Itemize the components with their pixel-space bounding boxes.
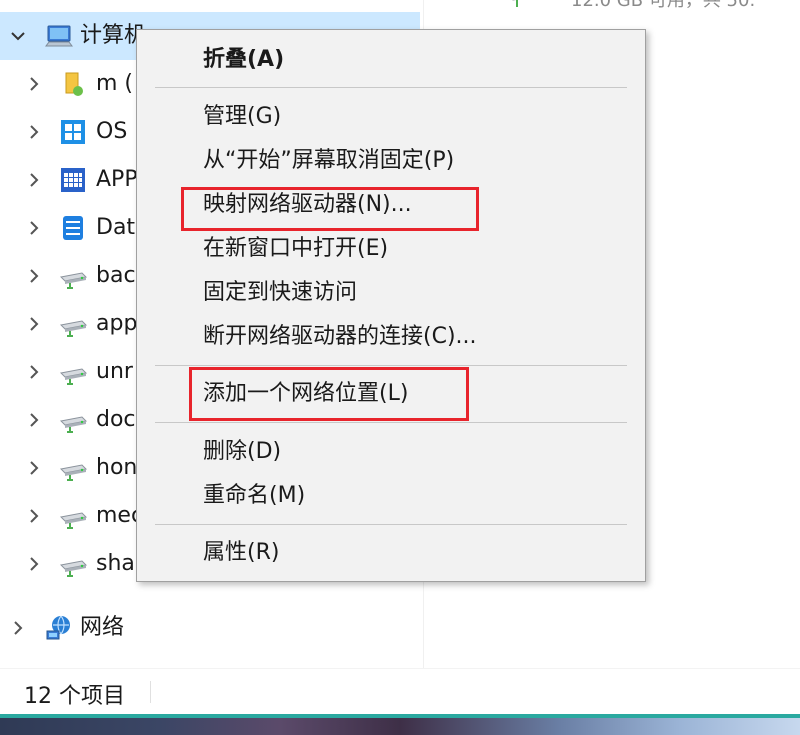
menu-item-manage[interactable]: 管理(G) bbox=[137, 96, 645, 140]
tree-item-label: m ( bbox=[96, 71, 134, 96]
status-divider bbox=[150, 681, 151, 703]
chevron-down-icon[interactable] bbox=[8, 26, 28, 46]
menu-item-delete[interactable]: 删除(D) bbox=[137, 431, 645, 475]
network-drive-icon bbox=[58, 405, 88, 435]
chevron-right-icon[interactable] bbox=[24, 74, 44, 94]
tree-item-label: unr bbox=[96, 359, 133, 384]
menu-item-label: 断开网络驱动器的连接(C)... bbox=[203, 324, 477, 349]
network-drive-icon bbox=[58, 309, 88, 339]
desktop-wallpaper-strip bbox=[0, 714, 800, 735]
chevron-right-icon[interactable] bbox=[24, 410, 44, 430]
network-drive-icon bbox=[58, 357, 88, 387]
tree-item-label: APP bbox=[96, 167, 138, 192]
drive-tile-fragment[interactable]: 12.0 GB 可用，共 50. bbox=[505, 0, 755, 12]
tree-item-label: hon bbox=[96, 455, 138, 480]
network-drive-icon bbox=[58, 453, 88, 483]
network-drive-icon bbox=[58, 501, 88, 531]
data-drive-icon bbox=[58, 213, 88, 243]
highlight-add-network-location bbox=[189, 367, 469, 421]
menu-item-label: 从“开始”屏幕取消固定(P) bbox=[203, 148, 455, 173]
menu-separator bbox=[155, 524, 627, 525]
menu-separator bbox=[155, 87, 627, 88]
chevron-right-icon[interactable] bbox=[24, 458, 44, 478]
tree-item-label: sha bbox=[96, 551, 135, 576]
menu-item-collapse[interactable]: 折叠(A) bbox=[137, 39, 645, 83]
chevron-right-icon[interactable] bbox=[24, 506, 44, 526]
chevron-right-icon[interactable] bbox=[24, 170, 44, 190]
chevron-right-icon[interactable] bbox=[24, 554, 44, 574]
chevron-right-icon[interactable] bbox=[8, 618, 28, 638]
menu-item-label: 重命名(M) bbox=[203, 483, 306, 508]
chevron-right-icon[interactable] bbox=[24, 218, 44, 238]
tree-item-network[interactable]: 网络 bbox=[0, 604, 424, 652]
menu-separator bbox=[155, 365, 627, 366]
menu-item-label: 固定到快速访问 bbox=[203, 280, 358, 305]
windows-drive-icon bbox=[58, 117, 88, 147]
menu-item-label: 管理(G) bbox=[203, 104, 282, 129]
chevron-right-icon[interactable] bbox=[24, 122, 44, 142]
item-count: 12 个项目 bbox=[24, 684, 125, 709]
network-drive-icon bbox=[58, 549, 88, 579]
user-folder-icon bbox=[58, 69, 88, 99]
tree-item-label: OS bbox=[96, 119, 128, 144]
menu-item-properties[interactable]: 属性(R) bbox=[137, 532, 645, 576]
computer-icon bbox=[44, 21, 74, 51]
context-menu: 折叠(A) 管理(G) 从“开始”屏幕取消固定(P) 映射网络驱动器(N)...… bbox=[136, 29, 646, 582]
highlight-map-network-drive bbox=[181, 187, 479, 231]
menu-item-open-new-window[interactable]: 在新窗口中打开(E) bbox=[137, 228, 645, 272]
window-border bbox=[0, 714, 800, 718]
drive-icon bbox=[505, 0, 541, 12]
app-drive-icon bbox=[58, 165, 88, 195]
menu-item-label: 折叠(A) bbox=[203, 47, 285, 72]
menu-item-unpin-start[interactable]: 从“开始”屏幕取消固定(P) bbox=[137, 140, 645, 184]
chevron-right-icon[interactable] bbox=[24, 266, 44, 286]
chevron-right-icon[interactable] bbox=[24, 314, 44, 334]
menu-item-disconnect-network-drive[interactable]: 断开网络驱动器的连接(C)... bbox=[137, 316, 645, 360]
drive-free-space: 12.0 GB 可用，共 50. bbox=[571, 0, 756, 11]
menu-item-pin-quick-access[interactable]: 固定到快速访问 bbox=[137, 272, 645, 316]
tree-item-label: Dat bbox=[96, 215, 136, 240]
menu-item-label: 在新窗口中打开(E) bbox=[203, 236, 389, 261]
chevron-right-icon[interactable] bbox=[24, 362, 44, 382]
network-icon bbox=[44, 613, 74, 643]
status-bar: 12 个项目 bbox=[0, 668, 800, 714]
tree-item-label: doc bbox=[96, 407, 136, 432]
menu-item-label: 属性(R) bbox=[203, 540, 280, 565]
tree-item-label: 网络 bbox=[80, 615, 125, 640]
menu-item-label: 删除(D) bbox=[203, 439, 282, 464]
menu-item-rename[interactable]: 重命名(M) bbox=[137, 475, 645, 519]
menu-separator bbox=[155, 422, 627, 423]
tree-item-label: bac bbox=[96, 263, 136, 288]
network-drive-icon bbox=[58, 261, 88, 291]
tree-item-label: app bbox=[96, 311, 138, 336]
